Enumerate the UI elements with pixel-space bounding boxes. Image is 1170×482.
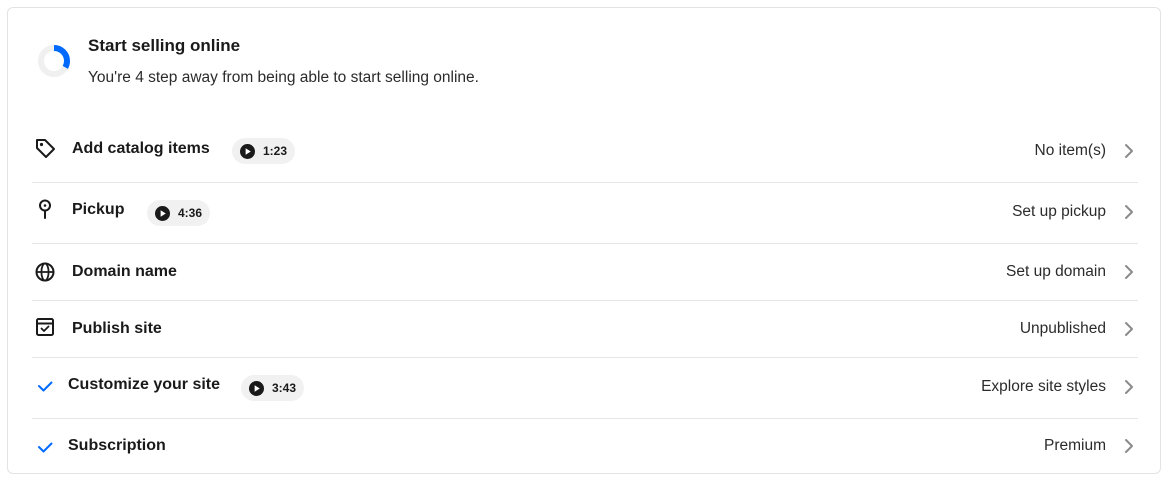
play-icon: [155, 205, 170, 221]
task-status: Premium: [1043, 437, 1106, 454]
chevron-right-icon: [1125, 265, 1133, 279]
play-icon: [249, 380, 264, 396]
task-label: Pickup: [72, 201, 125, 218]
chevron-right-icon: [1125, 439, 1133, 453]
publish-box-icon: [34, 316, 56, 338]
task-label: Publish site: [72, 320, 162, 337]
page-subtitle: You're 4 step away from being able to st…: [88, 69, 479, 86]
task-label: Add catalog items: [72, 140, 210, 157]
task-label: Subscription: [68, 437, 166, 454]
setup-header: Start selling online You're 4 step away …: [36, 35, 1136, 105]
setup-card: Start selling online You're 4 step away …: [7, 7, 1161, 474]
task-add-catalog-items[interactable]: Add catalog items 1:23 No item(s): [32, 122, 1138, 183]
video-duration: 4:36: [178, 206, 203, 220]
video-chip[interactable]: 1:23: [232, 138, 296, 164]
checkmark-icon: [34, 436, 56, 458]
task-status: No item(s): [1034, 142, 1106, 159]
video-duration: 3:43: [272, 381, 297, 395]
globe-icon: [34, 261, 56, 283]
video-chip[interactable]: 3:43: [241, 375, 305, 401]
task-status: Explore site styles: [981, 378, 1106, 395]
progress-ring: [38, 45, 70, 77]
task-status: Set up pickup: [1012, 203, 1106, 220]
task-label: Customize your site: [68, 376, 221, 393]
location-pin-icon: [34, 198, 56, 220]
task-subscription[interactable]: Subscription Premium: [32, 419, 1138, 476]
chevron-right-icon: [1125, 322, 1133, 336]
task-status: Set up domain: [1006, 263, 1106, 280]
chevron-right-icon: [1125, 144, 1133, 158]
task-pickup[interactable]: Pickup 4:36 Set up pickup: [32, 183, 1138, 244]
video-chip[interactable]: 4:36: [147, 200, 211, 226]
task-publish-site[interactable]: Publish site Unpublished: [32, 301, 1138, 358]
checkmark-icon: [34, 375, 56, 397]
tag-icon: [34, 137, 56, 159]
task-status: Unpublished: [1019, 320, 1106, 337]
video-duration: 1:23: [263, 144, 288, 158]
play-icon: [240, 143, 255, 159]
task-list: Add catalog items 1:23 No item(s) Pickup…: [32, 122, 1138, 476]
task-customize-site[interactable]: Customize your site 3:43 Explore site st…: [32, 358, 1138, 419]
task-domain-name[interactable]: Domain name Set up domain: [32, 244, 1138, 301]
page-title: Start selling online: [88, 36, 241, 55]
chevron-right-icon: [1125, 205, 1133, 219]
chevron-right-icon: [1125, 380, 1133, 394]
task-label: Domain name: [72, 263, 177, 280]
